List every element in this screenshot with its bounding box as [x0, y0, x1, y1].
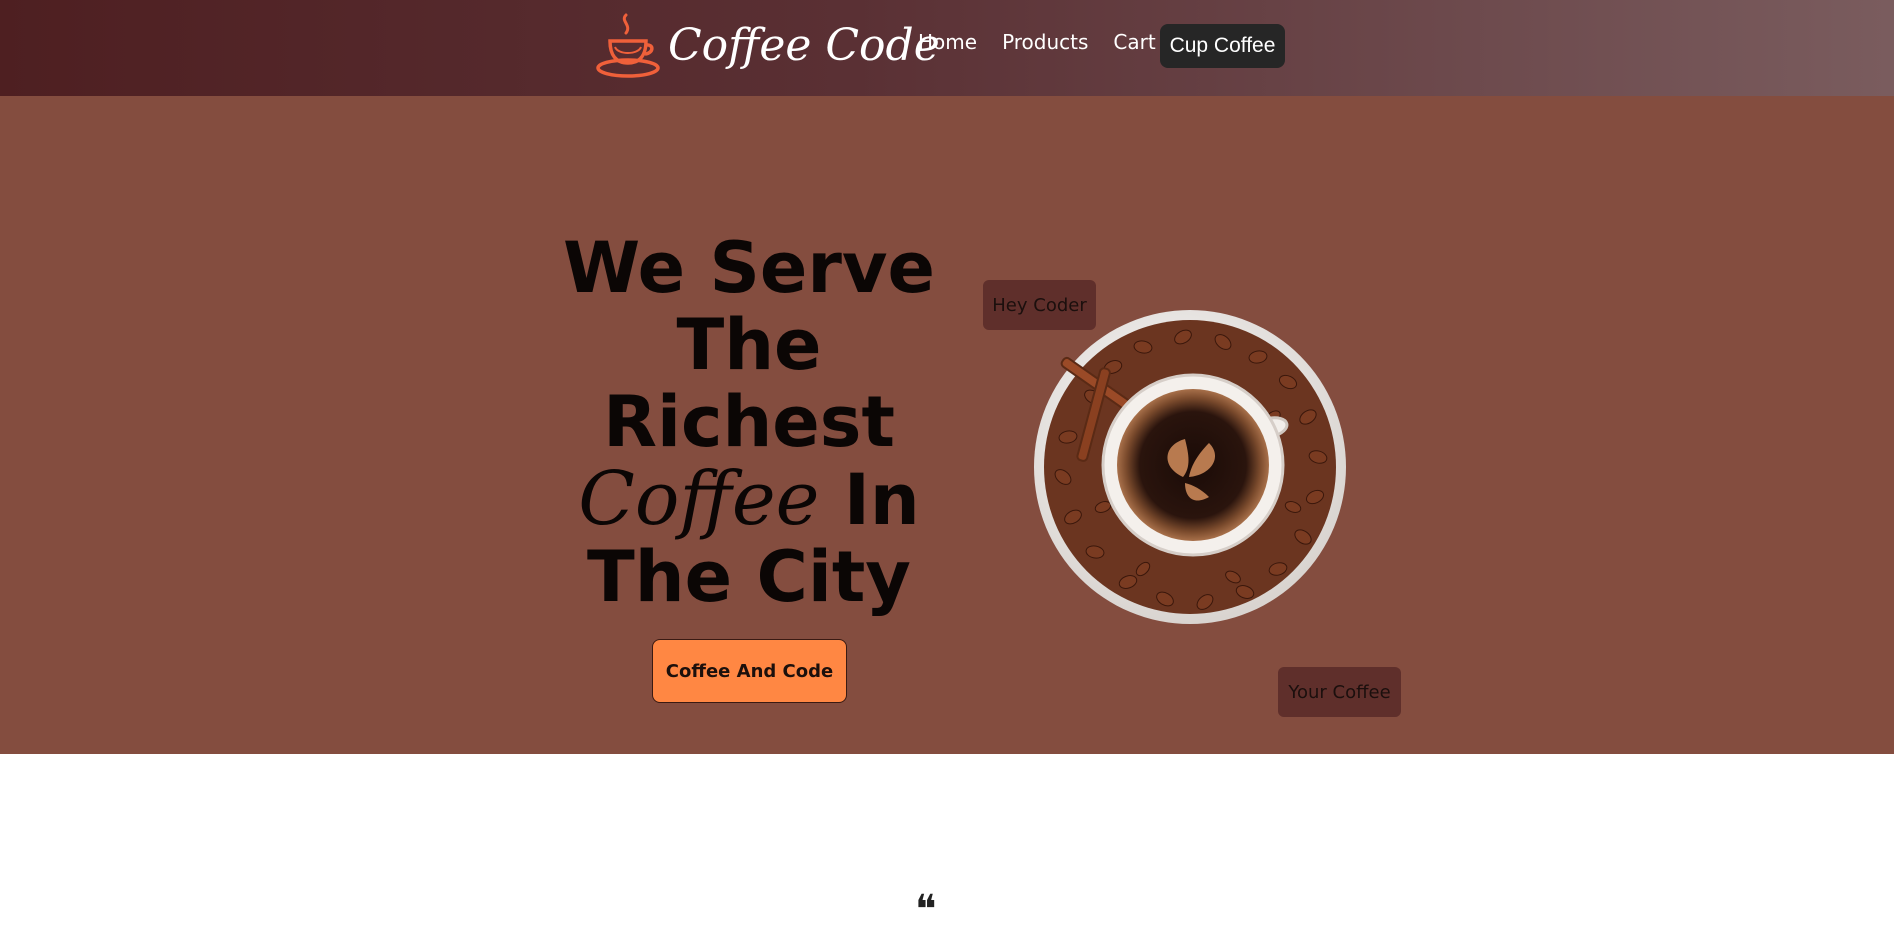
- hero-section: We Serve The Richest Coffee In The City …: [0, 96, 1894, 754]
- nav-link-home[interactable]: Home: [918, 30, 977, 54]
- headline-line-4: In: [819, 459, 920, 541]
- nav-link-cart[interactable]: Cart: [1113, 30, 1155, 54]
- hero-headline: We Serve The Richest Coffee In The City: [549, 230, 949, 616]
- nav-link-products[interactable]: Products: [1002, 30, 1088, 54]
- headline-line-3: Richest: [603, 381, 895, 463]
- brand-name: Coffee Code: [668, 19, 940, 71]
- headline-cursive-word: Coffee: [578, 456, 820, 542]
- headline-line-5: The City: [587, 536, 911, 618]
- coffee-and-code-button[interactable]: Coffee And Code: [652, 639, 847, 703]
- brand-logo[interactable]: Coffee Code: [596, 10, 940, 80]
- headline-line-1: We Serve: [562, 227, 936, 309]
- headline-line-2: The: [676, 304, 822, 386]
- quote-icon: ❝: [915, 887, 937, 933]
- coffee-cup-with-beans-image: [1034, 310, 1346, 624]
- nav-links: Home Products Cart: [918, 30, 1181, 54]
- navbar: Coffee Code Home Products Cart Cup Coffe…: [0, 0, 1894, 96]
- cup-coffee-button[interactable]: Cup Coffee: [1160, 24, 1285, 68]
- coffee-cup-icon: [596, 13, 660, 78]
- your-coffee-tag: Your Coffee: [1278, 667, 1401, 717]
